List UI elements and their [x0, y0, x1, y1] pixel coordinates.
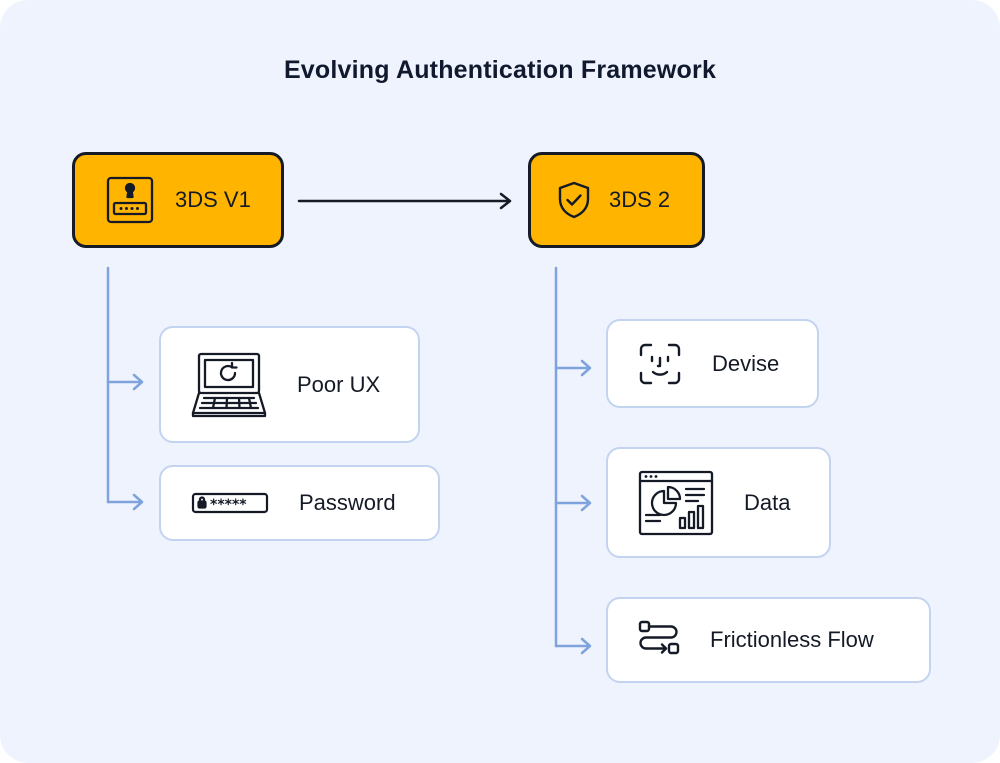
card-label: Devise — [712, 350, 780, 376]
right-branch-data — [554, 494, 592, 512]
shield-check-icon — [557, 180, 591, 220]
right-branch-devise — [554, 359, 592, 377]
card-label: Data — [744, 489, 791, 515]
face-id-icon — [638, 342, 682, 386]
analytics-dashboard-icon — [638, 470, 714, 536]
card-label: Poor UX — [297, 371, 381, 397]
keyhole-password-card-icon — [105, 175, 155, 225]
root-label: 3DS V1 — [175, 187, 251, 212]
card-data: Data — [606, 447, 831, 558]
card-label: Frictionless Flow — [710, 627, 874, 652]
root-label: 3DS 2 — [609, 187, 671, 212]
card-devise: Devise — [606, 319, 819, 408]
card-frictionless-flow: Frictionless Flow — [606, 597, 931, 683]
svg-text:*****: ***** — [210, 497, 247, 513]
right-branch-flow — [554, 637, 592, 655]
evolution-arrow — [297, 192, 512, 210]
card-poor-ux: Poor UX — [159, 326, 420, 443]
card-label: Password — [299, 490, 396, 515]
left-branch-poor-ux — [106, 373, 144, 391]
root-3ds-2: 3DS 2 — [528, 152, 705, 248]
flow-icon — [638, 620, 680, 660]
masked-password-icon: ***** — [191, 492, 269, 514]
card-password: ***** Password — [159, 465, 440, 541]
laptop-refresh-icon — [191, 351, 267, 419]
root-3ds-v1: 3DS V1 — [72, 152, 284, 248]
left-branch-password — [106, 493, 144, 511]
